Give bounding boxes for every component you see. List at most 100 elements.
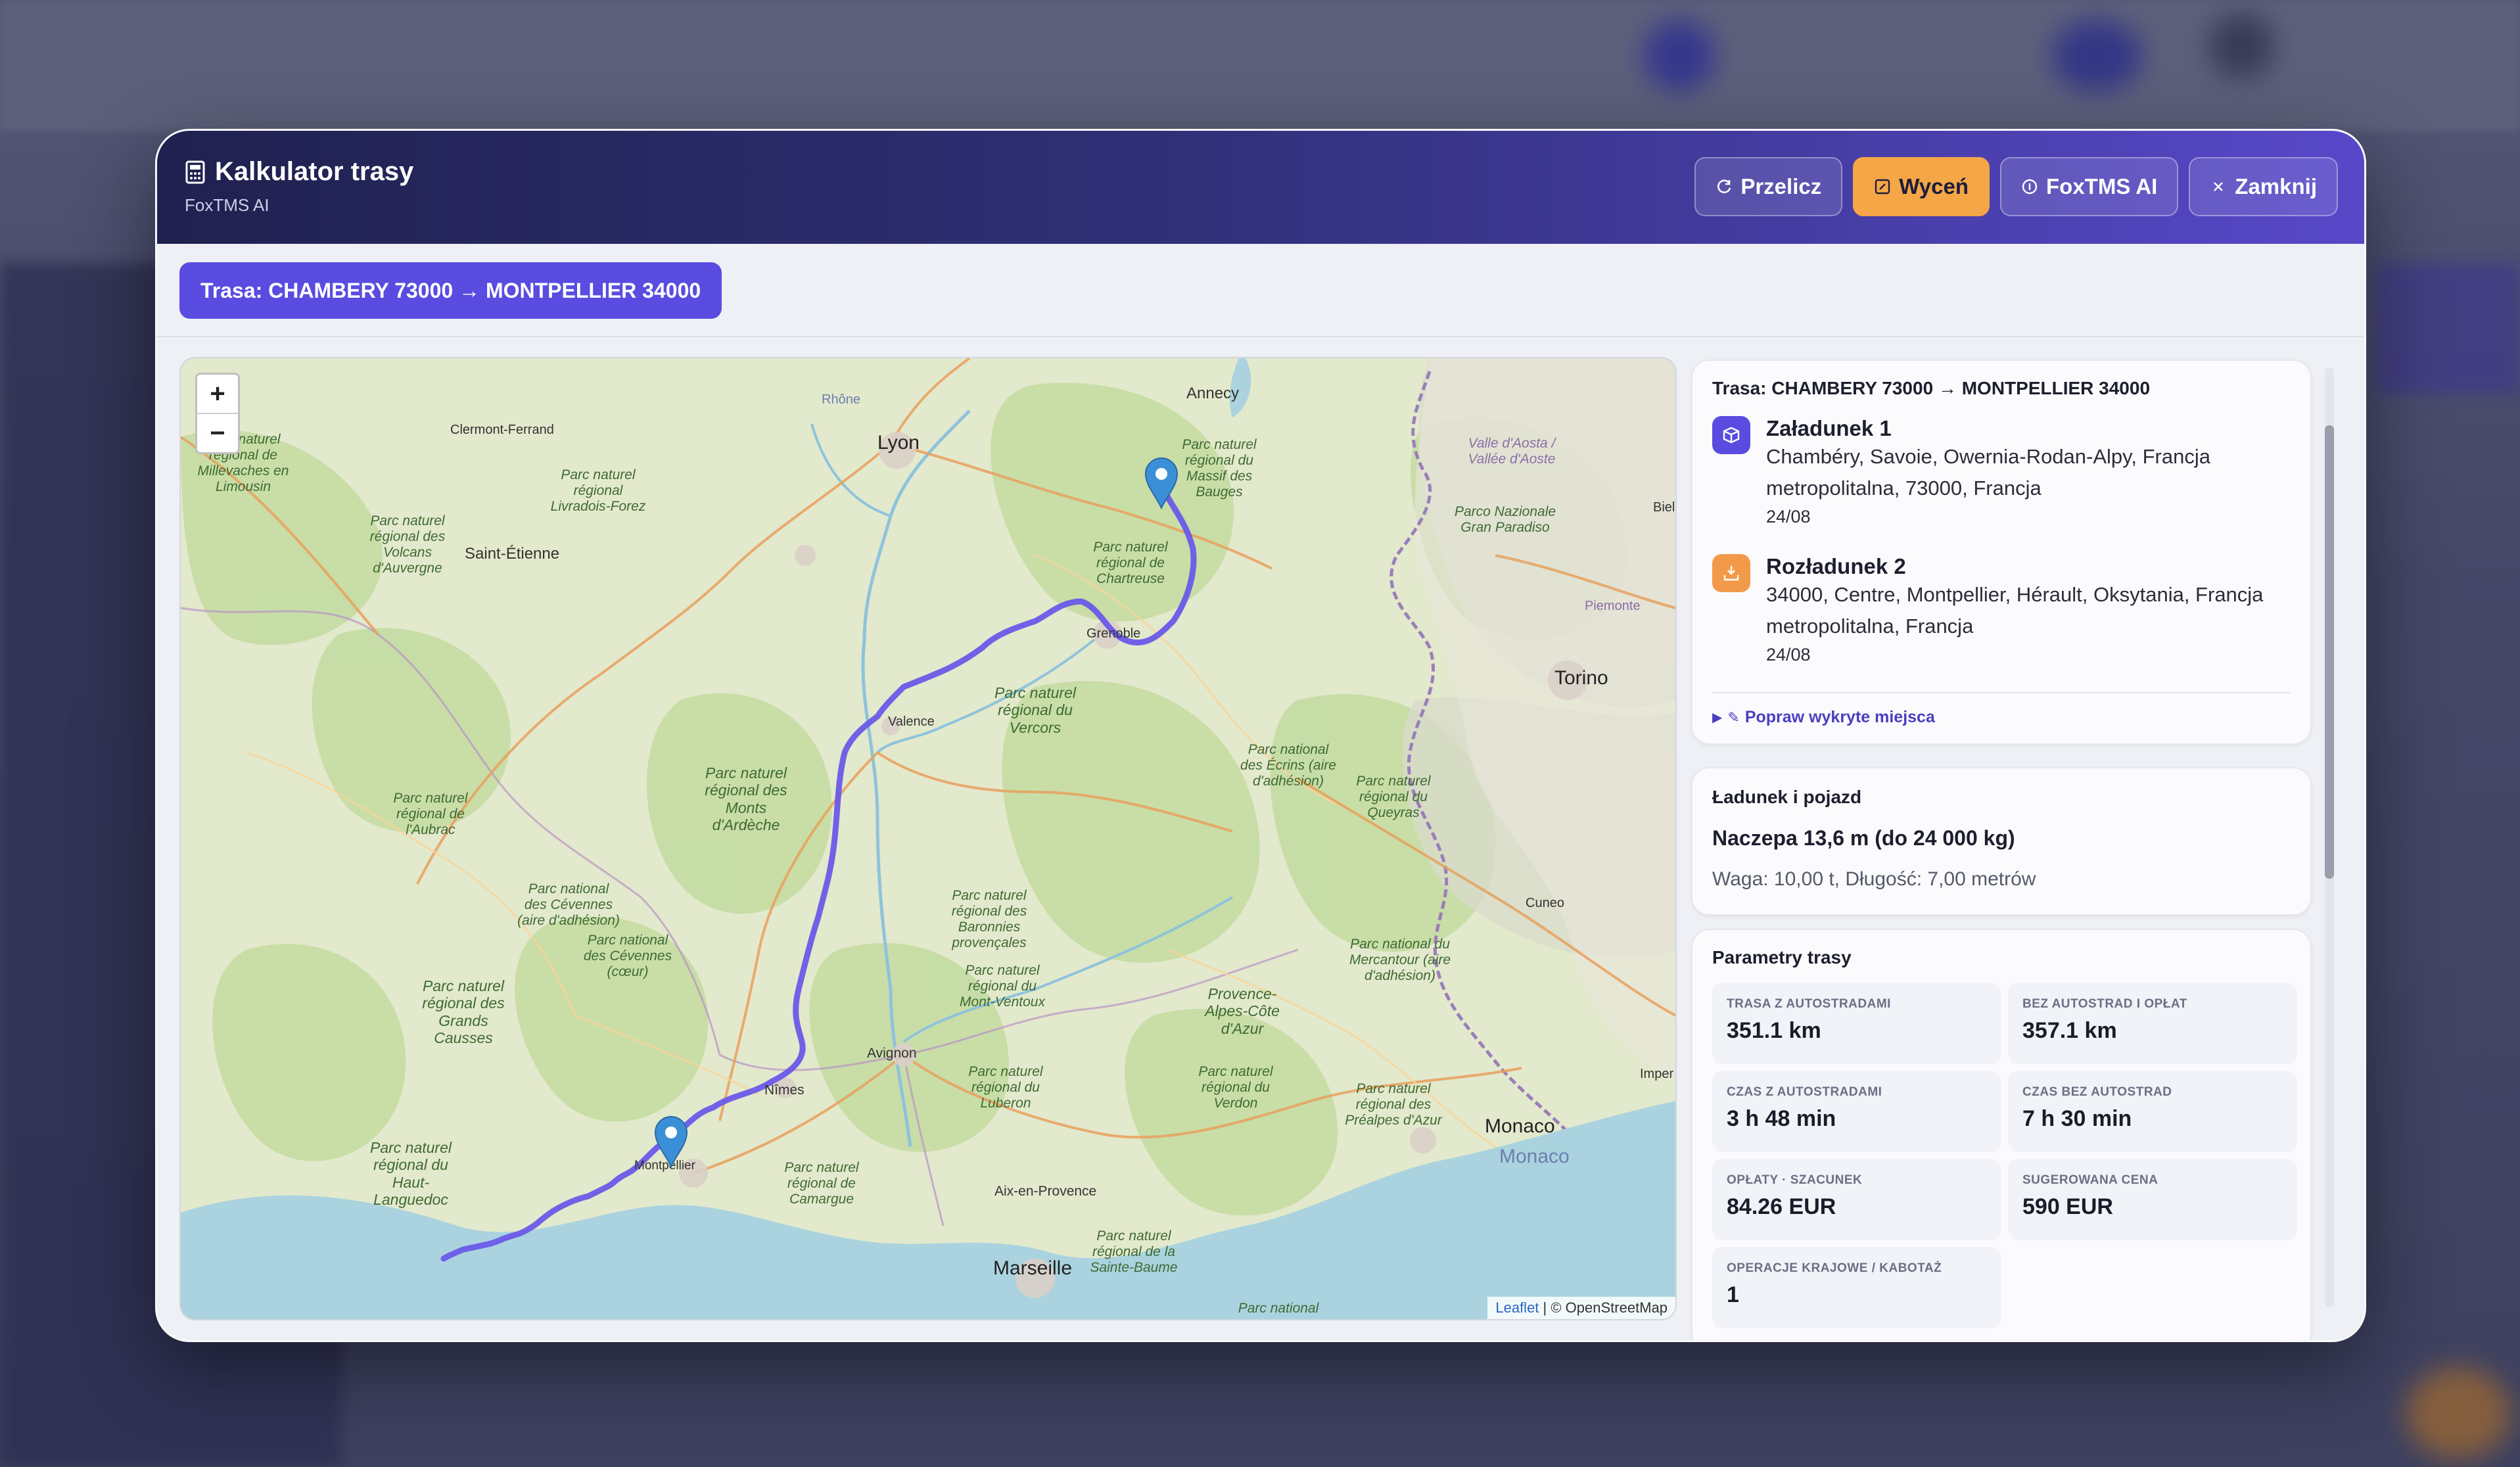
map-park-label: Parc naturel régional de Camargue [784,1160,859,1207]
param-value: 357.1 km [2022,1018,2117,1043]
param-label: BEZ AUTOSTRAD I OPŁAT [2022,997,2187,1011]
divider [157,336,2364,337]
info-icon [2022,179,2038,195]
param-value: 351.1 km [1727,1018,1821,1043]
fix-places-link[interactable]: ▶ ✎ Popraw wykryte miejsca [1712,708,1935,727]
map-marker-start-icon[interactable] [1144,457,1178,509]
foxtms-ai-label: FoxTMS AI [2046,174,2158,198]
param-label: CZAS Z AUTOSTRADAMI [1727,1085,1882,1099]
map-park-label: Parc naturel régional des Préalpes d'Azu… [1345,1081,1442,1129]
vehicle-type: Naczepa 13,6 m (do 24 000 kg) [1712,826,2015,850]
stop-loading-address: Chambéry, Savoie, Owernia-Rodan-Alpy, Fr… [1766,445,2210,500]
box-icon [1712,416,1750,454]
map-park-label: Provence-Alpes-Côte d'Azur [1205,985,1280,1037]
map-label-clermont: Clermont-Ferrand [450,423,554,437]
param-value: 3 h 48 min [1727,1106,1836,1131]
route-pill[interactable]: Trasa: CHAMBERY 73000 → MONTPELLIER 3400… [179,262,722,319]
close-button[interactable]: Zamknij [2189,157,2338,216]
recalculate-label: Przelicz [1740,174,1822,198]
map-label-avignon: Avignon [867,1046,917,1061]
map-label-torino: Torino [1554,667,1608,689]
price-button[interactable]: Wyceń [1853,157,1990,216]
unload-icon [1712,554,1750,592]
panel-scrollbar-thumb[interactable] [2325,425,2334,879]
param-tile: CZAS BEZ AUTOSTRAD 7 h 30 min [2008,1071,2297,1152]
param-label: OPERACJE KRAJOWE / KABOTAŻ [1727,1261,1942,1275]
map-label-saint-etienne: Saint-Étienne [465,545,560,563]
map-park-label: Parc naturel régional des Volcans d'Auve… [369,513,446,576]
params-card-title: Parametry trasy [1712,947,1852,967]
map-park-label: Parc naturel régional du Luberon [968,1064,1043,1111]
leaflet-link[interactable]: Leaflet [1495,1299,1539,1316]
calculator-icon [185,160,205,183]
map-park-label: Parc naturel régional du Queyras [1356,774,1431,821]
map-park-label: Parc naturel régional du Massif des Baug… [1182,437,1257,500]
map-park-label: Parco Nazionale Gran Paradiso [1454,504,1556,536]
osm-attribution: | © OpenStreetMap [1539,1299,1668,1316]
zoom-controls: + − [195,373,240,454]
param-label: TRASA Z AUTOSTRADAMI [1727,997,1891,1011]
map-label-monaco-sea: Monaco [1499,1146,1570,1167]
price-label: Wyceń [1899,174,1969,198]
close-label: Zamknij [2235,174,2317,198]
map-park-label: Parc naturel régional Livradois-Forez [550,467,646,515]
map-park-label: Parc naturel régional de la Sainte-Baume [1090,1228,1178,1276]
cargo-card-title: Ładunek i pojazd [1712,787,1862,807]
map-label-grenoble: Grenoble [1086,626,1141,641]
cargo-details: Waga: 10,00 t, Długość: 7,00 metrów [1712,868,2036,890]
map-label-cuneo: Cuneo [1526,896,1564,910]
map-label-biel: Biel [1653,500,1675,515]
map-label-lyon: Lyon [877,432,920,454]
header-actions: Przelicz Wyceń FoxTMS AI Zamknij [1694,157,2338,216]
foxtms-ai-button[interactable]: FoxTMS AI [2000,157,2179,216]
stop-loading-title: Załadunek 1 [1766,416,1892,440]
param-label: SUGEROWANA CENA [2022,1173,2158,1187]
param-tile: SUGEROWANA CENA 590 EUR [2008,1159,2297,1240]
param-value: 7 h 30 min [2022,1106,2132,1131]
zoom-out-button[interactable]: − [197,413,238,452]
param-label: CZAS BEZ AUTOSTRAD [2022,1085,2172,1099]
cargo-card: Ładunek i pojazd Naczepa 13,6 m (do 24 0… [1691,767,2312,916]
map-park-label: Parc national des Cévennes (aire d'adhés… [517,881,620,929]
recalculate-button[interactable]: Przelicz [1694,157,1843,216]
map-park-label: Parc national des Écrins (aire d'adhésio… [1240,742,1336,789]
map-label-aix: Aix-en-Provence [994,1184,1097,1199]
modal-title: Kalkulator trasy [215,157,414,186]
route-card-title: Trasa: CHAMBERY 73000 → MONTPELLIER 3400… [1712,378,2151,398]
route-map[interactable]: Annecy Lyon Rhône Saint-Étienne Clermont… [179,357,1677,1320]
map-label-rhone: Rhône [822,392,860,407]
map-label-imper: Imper [1640,1067,1674,1081]
map-label-valle: Valle d'Aosta / Vallée d'Aoste [1468,436,1556,467]
map-park-label: Parc naturel régional de l'Aubrac [393,791,468,838]
fix-places-label: Popraw wykryte miejsca [1744,708,1935,726]
map-park-label: Parc naturel régional du Haut-Languedoc [369,1139,452,1209]
card-divider [1712,692,2291,693]
map-label-annecy: Annecy [1186,384,1240,402]
map-marker-end-icon[interactable] [654,1115,688,1168]
map-park-label: Parc naturel régional des Baronnies prov… [951,888,1027,951]
params-card: Parametry trasy TRASA Z AUTOSTRADAMI 351.… [1691,929,2312,1340]
map-label-valence: Valence [888,714,935,729]
edit-icon [1875,179,1890,195]
stop-unloading-title: Rozładunek 2 [1766,554,1906,578]
map-park-label: Parc national [1238,1301,1319,1316]
triangle-right-icon: ▶ [1712,710,1723,725]
title-row: Kalkulator trasy [185,157,413,187]
stop-loading: Załadunek 1 Chambéry, Savoie, Owernia-Ro… [1712,416,2291,527]
map-park-label: Parc naturel régional du Verdon [1198,1064,1273,1111]
map-park-label: Parc naturel régional du Vercors [994,684,1076,736]
param-tile: OPERACJE KRAJOWE / KABOTAŻ 1 [1712,1247,2001,1328]
map-park-label: Parc national des Cévennes (cœur) [583,933,672,980]
stop-loading-date: 24/08 [1766,507,1811,527]
map-park-label: Parc naturel régional de Chartreuse [1093,540,1168,587]
param-tile: OPŁATY · SZACUNEK 84.26 EUR [1712,1159,2001,1240]
map-park-label: Parc national du Mercantour (aire d'adhé… [1349,937,1451,984]
zoom-in-button[interactable]: + [197,375,238,413]
map-label-piemonte: Piemonte [1585,599,1641,613]
route-calculator-modal: Kalkulator trasy FoxTMS AI Przelicz Wyce… [155,129,2366,1342]
stop-unloading-date: 24/08 [1766,645,1811,665]
refresh-icon [1717,179,1731,193]
map-label-monaco: Monaco [1485,1115,1555,1137]
param-value: 84.26 EUR [1727,1194,1836,1219]
map-label-nimes: Nîmes [764,1083,805,1098]
